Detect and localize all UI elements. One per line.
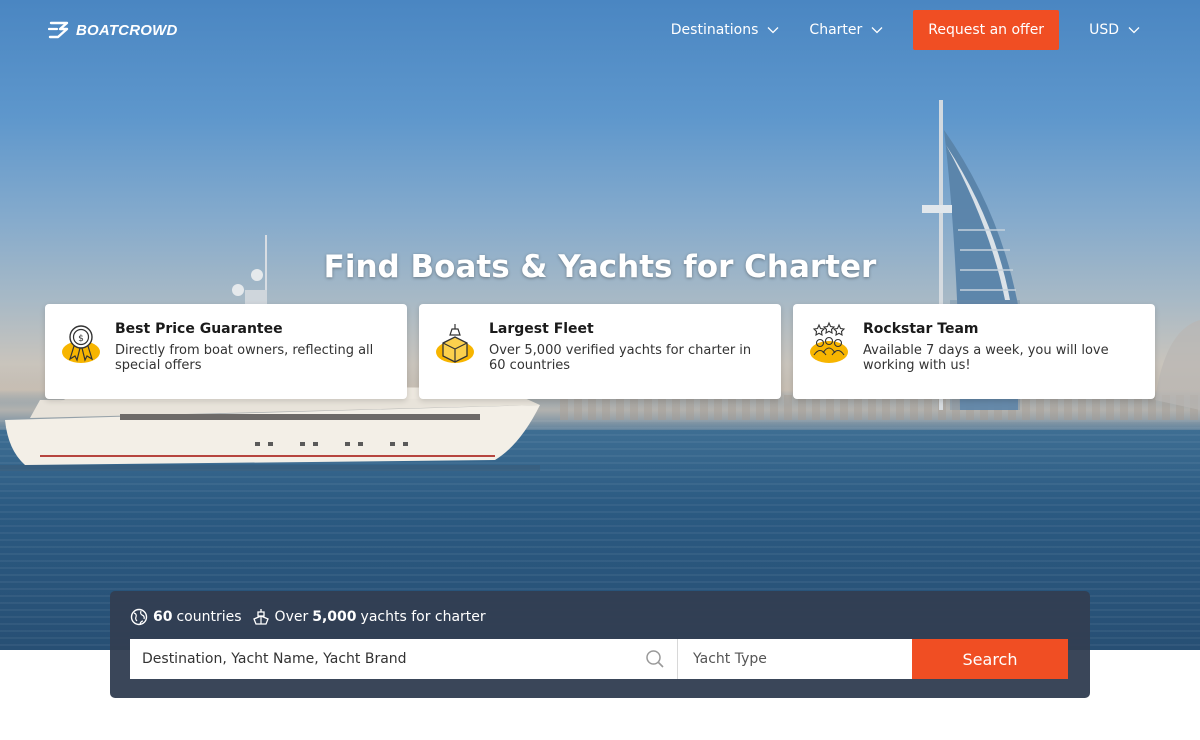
ship-icon xyxy=(252,609,269,625)
feature-card-best-price: $ Best Price Guarantee Directly from boa… xyxy=(45,304,407,399)
feature-description: Directly from boat owners, reflecting al… xyxy=(115,343,374,373)
nav-destinations-label: Destinations xyxy=(670,22,759,38)
feature-card-rockstar-team: Rockstar Team Available 7 days a week, y… xyxy=(793,304,1155,399)
chevron-down-icon xyxy=(871,27,883,34)
countries-count: 60 xyxy=(153,609,173,625)
search-stats: 60 countries Over 5,000 yachts for chart… xyxy=(130,608,496,626)
feature-card-largest-fleet: Largest Fleet Over 5,000 verified yachts… xyxy=(419,304,781,399)
destination-placeholder: Destination, Yacht Name, Yacht Brand xyxy=(142,651,407,667)
countries-stat: 60 countries xyxy=(130,608,242,626)
currency-selector[interactable]: USD xyxy=(1089,22,1140,38)
logo-mark-icon xyxy=(48,21,69,39)
fleet-box-icon xyxy=(436,324,474,363)
yachts-stat: Over 5,000 yachts for charter xyxy=(252,608,486,626)
price-badge-icon: $ xyxy=(62,325,100,363)
feature-title: Rockstar Team xyxy=(863,321,979,337)
nav-destinations[interactable]: Destinations xyxy=(671,22,780,38)
yachts-prefix: Over xyxy=(274,609,309,625)
yachts-label: yachts for charter xyxy=(360,609,486,625)
globe-icon xyxy=(130,608,148,626)
yachts-count: 5,000 xyxy=(312,609,357,625)
search-button[interactable]: Search xyxy=(912,639,1068,679)
feature-description: Available 7 days a week, you will love w… xyxy=(863,343,1109,373)
search-icon xyxy=(646,650,664,668)
request-offer-button[interactable]: Request an offer xyxy=(913,10,1060,50)
chevron-down-icon xyxy=(767,27,779,34)
destination-search-input[interactable]: Destination, Yacht Name, Yacht Brand xyxy=(130,639,678,679)
search-row: Destination, Yacht Name, Yacht Brand Yac… xyxy=(130,639,1068,679)
feature-title: Best Price Guarantee xyxy=(115,321,283,337)
top-nav: Destinations Charter Request an offer US… xyxy=(641,10,1140,50)
svg-text:$: $ xyxy=(78,334,84,344)
nav-charter-label: Charter xyxy=(809,22,863,38)
yacht-type-select[interactable]: Yacht Type xyxy=(678,639,912,679)
feature-description: Over 5,000 verified yachts for charter i… xyxy=(489,343,752,373)
team-stars-icon xyxy=(810,321,848,363)
search-panel: 60 countries Over 5,000 yachts for chart… xyxy=(110,591,1090,698)
hero-title: Find Boats & Yachts for Charter xyxy=(323,249,877,285)
brand-name: BOATCROWD xyxy=(76,21,178,39)
chevron-down-icon xyxy=(1128,27,1140,34)
countries-label: countries xyxy=(176,609,242,625)
nav-charter[interactable]: Charter xyxy=(809,22,883,38)
feature-title: Largest Fleet xyxy=(489,321,594,337)
currency-label: USD xyxy=(1089,22,1119,38)
brand-logo[interactable]: BOATCROWD xyxy=(48,20,178,40)
